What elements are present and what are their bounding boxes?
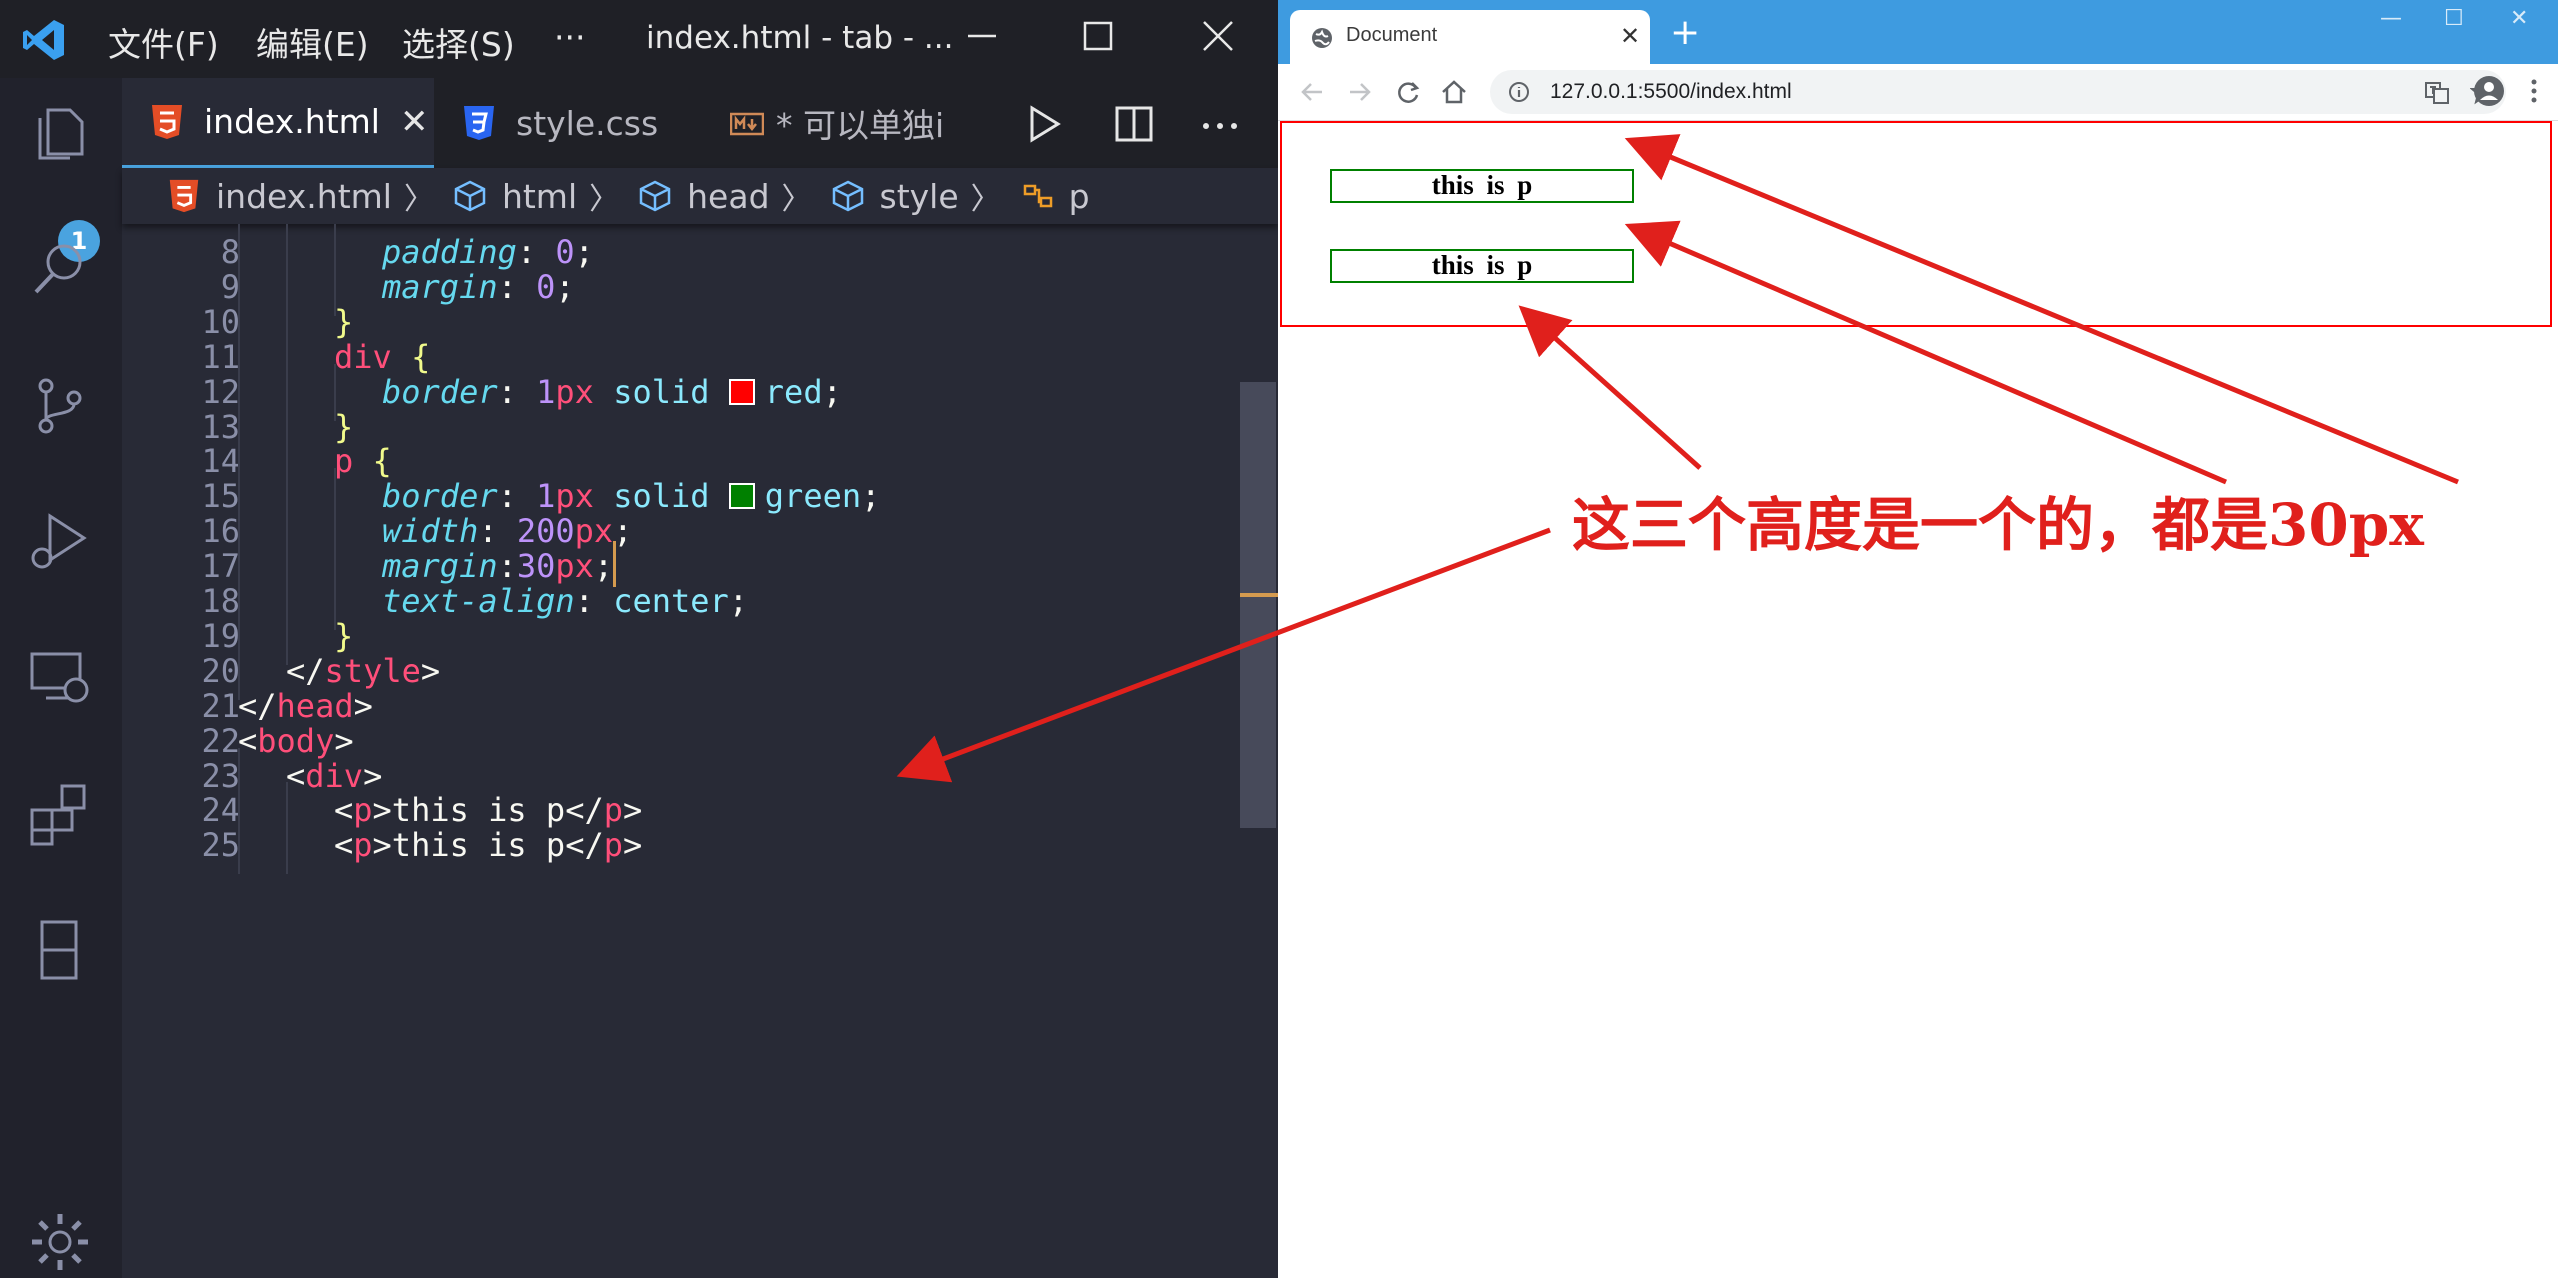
- browser-tab-title: Document: [1346, 24, 1438, 46]
- translate-icon[interactable]: [2424, 80, 2450, 106]
- tab-close-icon[interactable]: ✕: [400, 102, 429, 142]
- indent-guide: [238, 817, 240, 875]
- activity-bar: 1: [0, 78, 122, 1278]
- browser-titlebar: Document ✕ + — ☐ ✕: [1278, 0, 2558, 64]
- breadcrumb-label: head: [687, 176, 770, 216]
- browser-minimize-icon[interactable]: —: [2380, 6, 2402, 31]
- chevron-right-icon: 〉: [403, 182, 434, 217]
- tab-index-html[interactable]: index.html ✕: [122, 78, 434, 168]
- browser-tab-document[interactable]: Document ✕: [1290, 10, 1650, 64]
- split-editor-icon[interactable]: [1112, 102, 1156, 146]
- globe-icon: [1312, 28, 1332, 48]
- vscode-logo-icon: [23, 20, 64, 60]
- code-line[interactable]: 25 <p>this is p</p>: [122, 817, 1242, 875]
- browser-maximize-icon[interactable]: ☐: [2444, 6, 2464, 31]
- scrollbar-cursor-marker: [1240, 593, 1278, 597]
- breadcrumb-item-p[interactable]: p: [1019, 177, 1090, 216]
- breadcrumb: index.html 〉 html 〉 head 〉 style 〉 p: [122, 168, 1278, 224]
- forward-arrow-icon[interactable]: [1344, 76, 1376, 108]
- breadcrumb-item-style[interactable]: style 〉: [830, 174, 1001, 218]
- search-icon[interactable]: [26, 236, 94, 304]
- page-viewport: this is p this is p: [1278, 121, 2558, 1278]
- indent-guide: [286, 817, 288, 875]
- new-tab-icon[interactable]: +: [1670, 12, 1700, 53]
- maximize-icon[interactable]: [1078, 16, 1118, 56]
- breadcrumb-item-file[interactable]: index.html 〉: [166, 174, 434, 218]
- profile-avatar-icon[interactable]: [2472, 74, 2506, 108]
- breadcrumb-item-head[interactable]: head 〉: [637, 174, 812, 218]
- reload-icon[interactable]: [1392, 76, 1424, 108]
- source-control-icon[interactable]: [26, 372, 94, 440]
- close-icon[interactable]: [1198, 16, 1238, 56]
- run-debug-icon[interactable]: [26, 508, 94, 576]
- code-text: <p>this is p</p>: [334, 826, 643, 865]
- tab-style-css[interactable]: style.css: [434, 78, 714, 168]
- tab-label: index.html: [204, 102, 380, 141]
- breadcrumb-item-html[interactable]: html 〉: [452, 174, 619, 218]
- run-icon[interactable]: [1022, 102, 1066, 146]
- editor-tab-bar: index.html ✕ style.css * 可以单独i: [122, 78, 1278, 168]
- code-editor[interactable]: 8 padding: 0; 9 margin: 0; 10} 11 div {12 borde…: [122, 224, 1278, 1278]
- chevron-right-icon: 〉: [781, 182, 812, 217]
- menu-edit[interactable]: 编辑(E): [256, 18, 369, 66]
- editor-scrollbar[interactable]: [1240, 382, 1276, 828]
- info-icon[interactable]: [1508, 81, 1530, 103]
- menu-selection[interactable]: 选择(S): [402, 18, 515, 66]
- symbol-element-icon: [832, 180, 863, 212]
- vscode-window: 文件(F) 编辑(E) 选择(S) ··· index.html - tab -…: [0, 0, 1278, 1278]
- demo-div-red-border: this is p this is p: [1280, 121, 2552, 327]
- markdown-icon: [730, 112, 764, 136]
- tab-markdown-file[interactable]: * 可以单独i: [714, 78, 964, 168]
- symbol-class-icon: [1023, 184, 1052, 208]
- symbol-element-icon: [639, 180, 671, 212]
- bookmark-panel-icon[interactable]: [26, 916, 94, 984]
- browser-window: Document ✕ + — ☐ ✕ 127.0.0.1:5500/index.…: [1278, 0, 2558, 1278]
- css3-icon: [464, 106, 494, 140]
- html5-icon: [152, 104, 182, 139]
- extensions-icon[interactable]: [26, 780, 94, 848]
- symbol-element-icon: [454, 180, 486, 212]
- url-text[interactable]: 127.0.0.1:5500/index.html: [1550, 80, 1792, 104]
- home-icon[interactable]: [1438, 76, 1470, 108]
- address-bar[interactable]: 127.0.0.1:5500/index.html: [1490, 70, 2506, 114]
- settings-gear-icon[interactable]: [26, 1208, 94, 1276]
- breadcrumb-label: index.html: [216, 176, 392, 216]
- demo-paragraph: this is p: [1330, 169, 1634, 203]
- tab-label: * 可以单独i: [776, 106, 945, 145]
- menu-file[interactable]: 文件(F): [108, 18, 219, 66]
- line-number: 25: [201, 826, 240, 865]
- minimize-icon[interactable]: [962, 16, 1002, 56]
- browser-toolbar: 127.0.0.1:5500/index.html: [1278, 64, 2558, 121]
- chevron-right-icon: 〉: [970, 182, 1001, 217]
- demo-paragraph: this is p: [1330, 249, 1634, 283]
- annotation-text: 这三个高度是一个的，都是30px: [1572, 491, 2424, 559]
- window-title: index.html - tab - ...: [646, 20, 954, 56]
- menu-more[interactable]: ···: [554, 18, 585, 57]
- remote-explorer-icon[interactable]: [26, 644, 94, 712]
- breadcrumb-label: p: [1068, 176, 1090, 216]
- tab-close-icon[interactable]: ✕: [1620, 22, 1640, 50]
- back-arrow-icon[interactable]: [1296, 76, 1328, 108]
- more-actions-icon[interactable]: [1198, 102, 1242, 146]
- breadcrumb-label: style: [879, 176, 959, 216]
- browser-menu-icon[interactable]: [2522, 76, 2546, 106]
- explorer-icon[interactable]: [26, 100, 94, 168]
- tab-label: style.css: [516, 103, 659, 143]
- html5-icon: [169, 179, 199, 213]
- browser-close-icon[interactable]: ✕: [2510, 6, 2528, 31]
- titlebar: 文件(F) 编辑(E) 选择(S) ··· index.html - tab -…: [0, 0, 1278, 78]
- chevron-right-icon: 〉: [589, 182, 620, 217]
- breadcrumb-label: html: [501, 176, 578, 216]
